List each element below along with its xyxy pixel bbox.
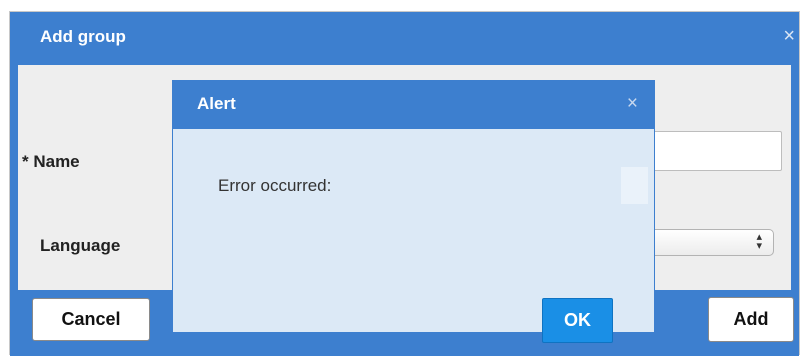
dialog-title: Add group [40,27,126,46]
select-arrow-icon: ▴ ▾ [756,231,762,252]
alert-header: Alert × [173,81,654,129]
message-scroll-area [621,167,648,204]
close-icon[interactable]: × [783,26,795,46]
language-label: Language [40,236,121,255]
alert-modal: Alert × Error occurred: OK [172,80,655,343]
dialog-header: Add group × [10,12,799,65]
name-label: * Name [22,152,80,171]
ok-button[interactable]: OK [542,298,613,343]
alert-message: Error occurred: [218,176,332,195]
alert-title: Alert [197,94,236,113]
alert-body: Error occurred: OK [173,129,654,343]
add-button[interactable]: Add [708,297,794,342]
close-icon[interactable]: × [627,94,638,113]
cancel-button[interactable]: Cancel [32,298,150,341]
